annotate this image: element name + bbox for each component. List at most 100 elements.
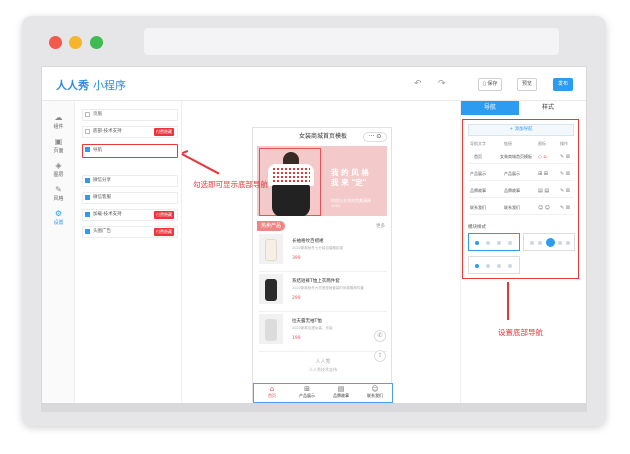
banner[interactable]: 我 的 风 格我 来 "定" 时尚与艺术的完美演绎 2020 (257, 146, 387, 216)
nav-text: 联系我们 (470, 205, 486, 210)
minimize-window-button[interactable] (69, 36, 82, 49)
publish-button[interactable]: 发布 (553, 78, 574, 91)
add-nav-button[interactable]: + 添加导航 (468, 124, 574, 136)
nav-item-components[interactable]: ☁ 组件 (42, 113, 75, 130)
tab-brand-story[interactable]: ▤ 品牌故事 (325, 385, 357, 399)
component-label: 导航 (93, 148, 102, 153)
browser-window: 人人秀 小程序 ↶ ↷ ▯ 保存 预览 发布 ☁ 组件 ▣ 页面 ◈ 图层 ✎ 风格 ⚙ 设… (22, 16, 606, 426)
edit-delete-icon[interactable]: ✎ ⊠ (560, 167, 570, 181)
tab-home[interactable]: ⌂ 首页 (256, 385, 288, 399)
edit-delete-icon[interactable]: ✎ ⊠ (560, 184, 570, 198)
component-footer-support[interactable]: 底部-技术支持 付费隐藏 (82, 126, 178, 138)
save-button[interactable]: ▯ 保存 (478, 78, 503, 91)
nav-row[interactable]: 联系我们 联系我们 ☺ ☺ ✎ ⊠ (468, 201, 574, 215)
component-label: 页眉 (93, 112, 102, 117)
phone-call-icon[interactable]: ✆ (374, 330, 386, 342)
style-option-2[interactable] (523, 233, 575, 251)
nav-link[interactable]: 品牌故事 (504, 184, 520, 198)
footer-branding: 人人秀 人人秀技术支持 (253, 358, 393, 373)
logo-subtitle: 小程序 (93, 79, 126, 92)
checkbox[interactable] (85, 229, 90, 234)
nav-item-style[interactable]: ✎ 风格 (42, 185, 75, 202)
brush-icon: ✎ (55, 185, 62, 194)
tab-label: 产品展示 (299, 393, 315, 398)
nav-label: 页面 (53, 148, 64, 154)
grid-icon[interactable]: ⊞ ⊞ (538, 167, 548, 181)
footer-support-text: 人人秀技术支持 (309, 367, 337, 372)
product-name: 系结短裤T恤上衣两件套 (292, 279, 340, 284)
product-item[interactable]: 系结短裤T恤上衣两件套 2020新款秋冬大衣宽垫肩套装时尚棉服两件套 299 (259, 272, 387, 312)
component-list: 页眉 底部-技术支持 付费隐藏 导航 微信分享 微信客服 加载-技术支持 付费隐藏 … (75, 101, 182, 403)
undo-icon[interactable]: ↶ (414, 79, 422, 89)
nav-row[interactable]: 首页 女装商城首页模板 ◇ ⌂ ✎ ⊠ (468, 150, 574, 164)
checkbox[interactable] (85, 178, 90, 183)
style-option-1[interactable] (468, 233, 520, 251)
component-header[interactable]: 页眉 (82, 109, 178, 121)
tab-style[interactable]: 样式 (519, 101, 577, 115)
tab-contact[interactable]: ☺ 联系我们 (359, 385, 391, 399)
model-image (259, 148, 321, 216)
document-icon: ▤ (337, 385, 345, 393)
checkbox[interactable] (85, 129, 90, 134)
tab-label: 品牌故事 (333, 393, 349, 398)
footer-logo: 人人秀 (315, 359, 331, 365)
nav-item-pages[interactable]: ▣ 页面 (42, 137, 75, 154)
address-bar[interactable] (144, 28, 559, 55)
maximize-window-button[interactable] (90, 36, 103, 49)
arrow-head (181, 150, 189, 154)
nav-row[interactable]: 品牌故事 品牌故事 ▤ ▤ ✎ ⊠ (468, 184, 574, 198)
component-navigation[interactable]: 导航 (82, 144, 178, 158)
col-text: 导航文字 (470, 141, 486, 146)
component-head-ad[interactable]: 头图广告 付费隐藏 (82, 226, 178, 238)
col-ops: 操作 (560, 141, 568, 146)
redo-icon[interactable]: ↷ (438, 79, 446, 89)
nav-item-settings[interactable]: ⚙ 设置 (42, 209, 75, 226)
smile-icon: ☺ (371, 385, 379, 393)
nav-link[interactable]: 产品展示 (504, 167, 520, 181)
preview-button[interactable]: 预览 (517, 78, 538, 91)
property-panel: 导航 样式 + 添加导航 导航文字 链接 图标 操作 首页 女装商城首页模板 ◇… (460, 101, 586, 403)
style-option-3[interactable] (468, 256, 520, 274)
checkbox[interactable] (85, 147, 90, 152)
menu-capsule[interactable]: ··· ⊙ (363, 132, 387, 142)
tab-label: 首页 (268, 393, 276, 398)
grid-icon: ⊞ (304, 385, 310, 393)
nav-item-layers[interactable]: ◈ 图层 (42, 161, 75, 178)
component-loading-support[interactable]: 加载-技术支持 付费隐藏 (82, 209, 178, 221)
nav-link[interactable]: 女装商城首页模板 (500, 150, 532, 164)
nav-text: 品牌故事 (470, 188, 486, 193)
tab-navigation[interactable]: 导航 (461, 101, 519, 115)
product-item[interactable]: 拉夫露无袖T恤 2020新款百搭女装、无袖 199 (259, 312, 387, 352)
product-name: 长袖格纹百褶裙 (292, 239, 324, 244)
paid-hide-badge[interactable]: 付费隐藏 (154, 128, 174, 136)
product-desc: 2020新款百搭女装、无袖 (292, 326, 333, 330)
annotation-right: 设置底部导航 (498, 328, 543, 337)
product-price: 199 (292, 336, 301, 341)
product-item[interactable]: 长袖格纹百褶裙 2020新款秋冬七分袖百褶格纹裙 399 (259, 232, 387, 272)
paid-hide-badge[interactable]: 付费隐藏 (154, 211, 174, 219)
checkbox[interactable] (85, 195, 90, 200)
nav-row[interactable]: 产品展示 产品展示 ⊞ ⊞ ✎ ⊠ (468, 167, 574, 181)
save-label: 保存 (487, 81, 498, 87)
component-wechat-share[interactable]: 微信分享 (82, 175, 178, 187)
document-icon[interactable]: ▤ ▤ (538, 184, 549, 198)
checkbox[interactable] (85, 212, 90, 217)
paid-hide-badge[interactable]: 付费隐藏 (154, 228, 174, 236)
nav-link[interactable]: 联系我们 (504, 201, 520, 215)
nav-label: 设置 (53, 220, 64, 226)
col-link: 链接 (504, 141, 512, 146)
component-wechat-service[interactable]: 微信客服 (82, 192, 178, 204)
edit-delete-icon[interactable]: ✎ ⊠ (560, 150, 570, 164)
more-link[interactable]: 更多 (376, 223, 385, 229)
component-label: 加载-技术支持 (93, 212, 122, 217)
edit-delete-icon[interactable]: ✎ ⊠ (560, 201, 570, 215)
smile-icon[interactable]: ☺ ☺ (538, 201, 550, 215)
close-window-button[interactable] (49, 36, 62, 49)
browser-titlebar (22, 16, 606, 66)
product-image (259, 314, 283, 344)
checkbox[interactable] (85, 112, 90, 117)
component-label: 底部-技术支持 (93, 129, 122, 134)
tab-products[interactable]: ⊞ 产品展示 (291, 385, 323, 399)
home-icon[interactable]: ◇ ⌂ (538, 150, 547, 164)
product-name: 拉夫露无袖T恤 (292, 319, 322, 324)
